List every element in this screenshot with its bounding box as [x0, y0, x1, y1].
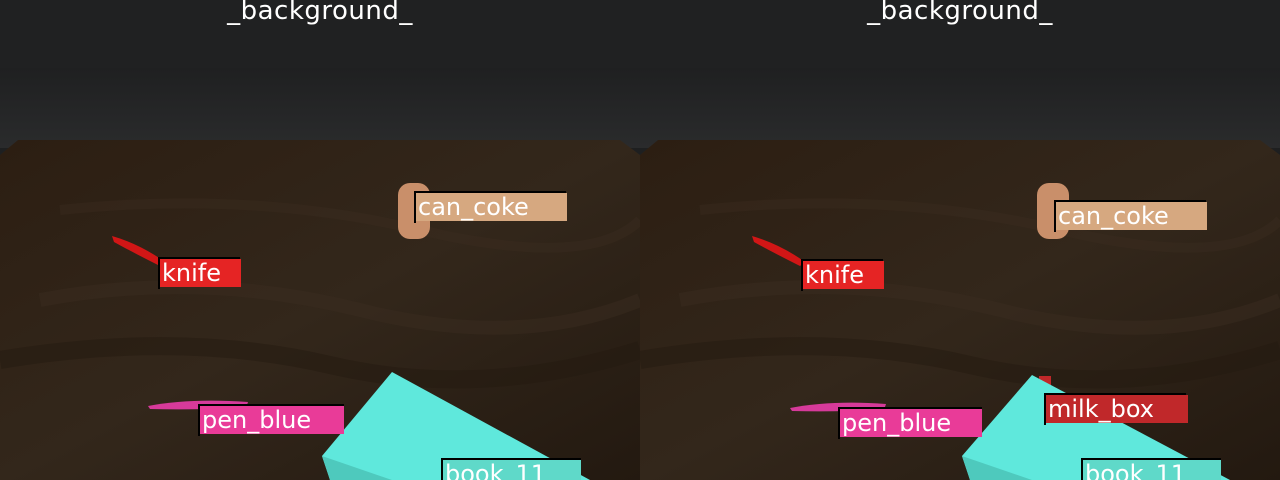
detection-label-pen-blue: pen_blue: [840, 409, 982, 437]
detection-label-knife: knife: [160, 259, 241, 287]
detection-label-book-11: book_11: [443, 460, 581, 480]
detection-label-book-11: book_11: [1083, 460, 1221, 480]
background-class-label: _background_: [227, 0, 413, 26]
detection-label-can-coke: can_coke: [416, 193, 567, 221]
left-detection-view: _background_ can_coke knife pen_blue boo…: [0, 0, 640, 480]
right-detection-view: _background_ can_coke knife milk_box pen…: [640, 0, 1280, 480]
background-class-label: _background_: [867, 0, 1053, 26]
detection-label-milk-box: milk_box: [1046, 395, 1188, 423]
detection-label-knife: knife: [803, 261, 884, 289]
detection-label-pen-blue: pen_blue: [200, 406, 344, 434]
detection-label-can-coke: can_coke: [1056, 202, 1207, 230]
